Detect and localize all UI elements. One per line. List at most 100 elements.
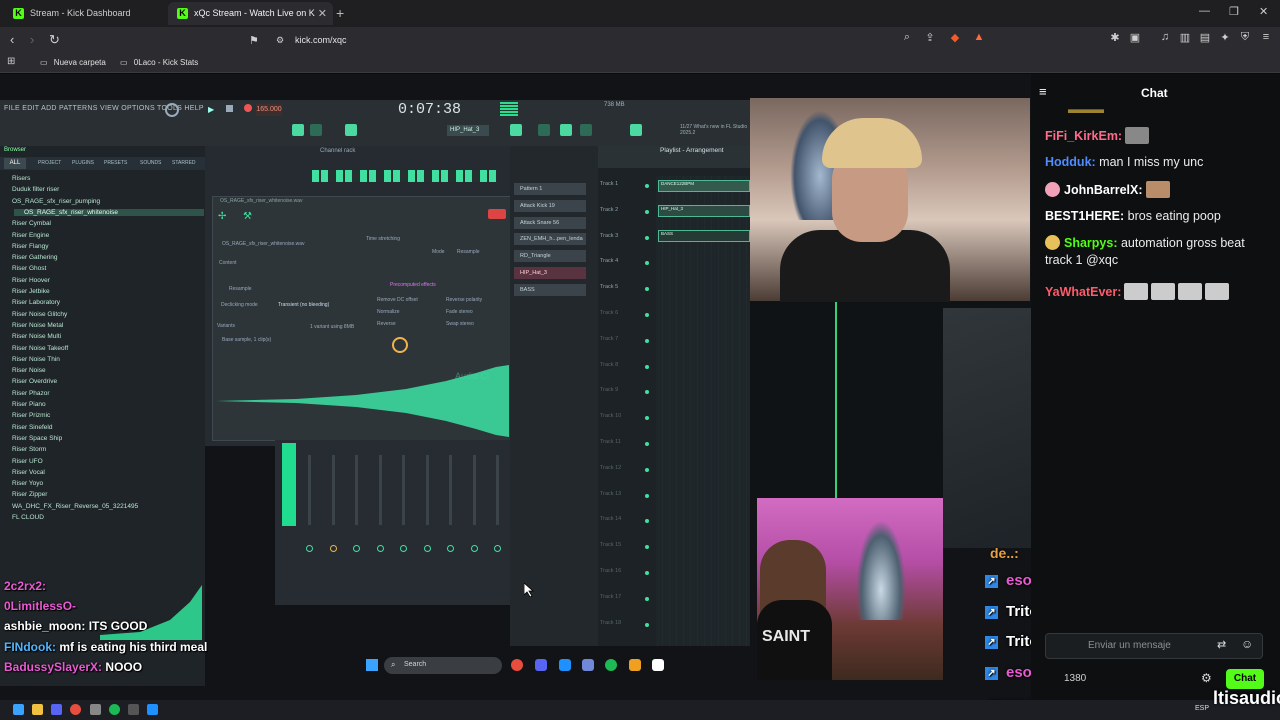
fl-browser-item: Riser Sinefeld	[12, 423, 53, 431]
sidebar-icon[interactable]: ▥	[1178, 31, 1192, 45]
minimize-button[interactable]: —	[1199, 5, 1210, 17]
tab-kick-dashboard[interactable]: K Stream - Kick Dashboard	[4, 2, 169, 25]
music-icon[interactable]: ♫	[1158, 31, 1172, 45]
screenshot-icon[interactable]: ▣	[1128, 31, 1142, 45]
menu-icon[interactable]: ≡	[1259, 31, 1273, 45]
brave-shield-icon[interactable]: ◆	[948, 31, 962, 45]
pattern-item: Attack Kick 19	[514, 199, 586, 212]
fl-browser-item: Riser Storm	[12, 446, 47, 454]
back-icon[interactable]: ‹	[10, 32, 14, 47]
chat-message: FiFi_KirkEm:	[1045, 127, 1275, 145]
translate-icon[interactable]: ⇄	[1217, 638, 1226, 651]
bookmark-folder-nueva-carpeta[interactable]: ▭ Nueva carpeta	[40, 58, 106, 67]
resample-label: Resample	[457, 249, 480, 255]
extensions-icon[interactable]: ✱	[1108, 31, 1122, 45]
discord-icon	[582, 659, 594, 671]
emote-icon	[1205, 283, 1230, 300]
fl-browser-item: FL CLOUD	[12, 514, 44, 521]
bookmark-label: Nueva carpeta	[53, 58, 106, 67]
fl-tool-icon	[630, 124, 642, 136]
emote-icon	[1178, 283, 1203, 300]
new-tab-button[interactable]: +	[336, 5, 344, 21]
sampler-knob	[392, 337, 408, 353]
sampler-file-name: OS_RAGE_sfx_riser_whitenoise.wav	[220, 198, 303, 204]
chat-send-button[interactable]: Chat	[1226, 669, 1264, 689]
content-label: Content	[219, 260, 237, 266]
track-label: Track 3	[600, 232, 619, 239]
fl-browser-item: Riser Piano	[12, 401, 46, 408]
fl-browser-tab-all: ALL	[4, 158, 26, 169]
track-label: Track 17	[600, 593, 622, 600]
tab-xqc-stream[interactable]: K xQc Stream - Watch Live on K ✕	[168, 2, 333, 25]
track-label: Track 14	[600, 516, 622, 523]
kick-icon: K	[13, 8, 24, 19]
overlay-chat-line: BadussySlayerX: NOOO	[4, 660, 142, 674]
bookmark-icon[interactable]: ⚑	[249, 34, 259, 47]
emote-icon	[1145, 181, 1170, 198]
site-info-icon[interactable]: ⚙	[276, 35, 284, 46]
fade-stereo-label: Fade stereo	[446, 309, 473, 315]
fl-tool-icon	[510, 124, 522, 136]
brave-icon[interactable]	[70, 704, 81, 715]
language-indicator[interactable]: ESP	[1195, 705, 1209, 712]
tab-title: xQc Stream - Watch Live on K	[194, 8, 315, 18]
kick-badge-icon: ↗	[985, 605, 998, 619]
variants-label: Variants	[217, 323, 235, 329]
chat-username: JohnBarrelX:	[1064, 183, 1143, 197]
variants-value: 1 variant using 8MB	[310, 324, 355, 330]
zoom-icon[interactable]: ⌕	[900, 31, 914, 45]
track-label: Track 16	[600, 568, 622, 574]
fl-browser-item: Riser Jetbike	[12, 288, 50, 295]
overlay-chat-line: 0LimitlessO-	[4, 599, 76, 613]
app-icon[interactable]	[147, 704, 158, 715]
url-field[interactable]: kick.com/xqc	[295, 35, 347, 45]
fl-browser-item: Riser Flangy	[12, 242, 49, 250]
restore-button[interactable]: ❐	[1229, 5, 1239, 18]
wallet-icon[interactable]: ▤	[1198, 31, 1212, 45]
close-tab-icon[interactable]: ✕	[318, 7, 327, 20]
taskbar-search: Search	[384, 657, 502, 674]
chat-username: Sharpys:	[1064, 236, 1118, 250]
collapse-chat-icon[interactable]: ≡	[1039, 84, 1047, 99]
track-label: Track 8	[600, 361, 619, 368]
track-mute-led	[645, 313, 649, 317]
track-label: Track 15	[600, 542, 622, 549]
obs-icon[interactable]	[90, 704, 101, 715]
track-label: Track 2	[600, 206, 619, 213]
emoji-icon[interactable]: ☺	[1241, 637, 1253, 651]
track-label: Track 4	[600, 258, 619, 265]
fl-time-display: 0:07:38	[398, 101, 462, 118]
track-label: Track 6	[600, 310, 619, 316]
play-icon: ▶	[208, 105, 215, 114]
settings-gear-icon[interactable]: ⚙	[1201, 671, 1212, 685]
spotify-icon[interactable]	[109, 704, 120, 715]
apps-grid-icon[interactable]: ⊞	[7, 56, 15, 67]
rewards-icon[interactable]: ▲	[972, 31, 986, 45]
mixer-fader	[472, 455, 476, 525]
steam-icon	[559, 659, 571, 671]
playlist-clip: HIP_Hat_3	[658, 205, 750, 217]
vpn-icon[interactable]: ⛨	[1238, 31, 1252, 45]
chat-message-partial: ▬▬▬	[1068, 102, 1104, 116]
close-window-button[interactable]: ✕	[1259, 5, 1268, 18]
reload-icon[interactable]: ↻	[49, 32, 60, 48]
bookmark-kick-stats[interactable]: ▭ 0Laco - Kick Stats	[120, 58, 198, 67]
reverse-label: Reverse	[377, 321, 396, 327]
fl-browser-tab: PLUGINS	[72, 160, 94, 166]
folder-icon: ▭	[120, 58, 128, 67]
overlay-username: FINdook:	[4, 639, 56, 654]
kick-badge-icon: ↗	[985, 667, 998, 681]
kick-badge-icon: ↗	[985, 575, 998, 588]
discord-icon[interactable]	[51, 704, 62, 715]
share-icon[interactable]: ⇪	[923, 31, 937, 45]
leo-ai-icon[interactable]: ✦	[1218, 31, 1232, 45]
overlay-username: 2c2rx2:	[4, 579, 47, 593]
forward-icon[interactable]: ›	[30, 32, 34, 47]
windows-start-icon[interactable]	[13, 704, 24, 715]
pattern-item: BASS	[514, 283, 586, 296]
app-icon[interactable]	[128, 704, 139, 715]
file-explorer-icon[interactable]	[32, 704, 43, 715]
mixer-knob	[306, 545, 313, 552]
track-mute-led	[645, 209, 649, 214]
fl-browser-item: Riser Zipper	[12, 491, 48, 499]
